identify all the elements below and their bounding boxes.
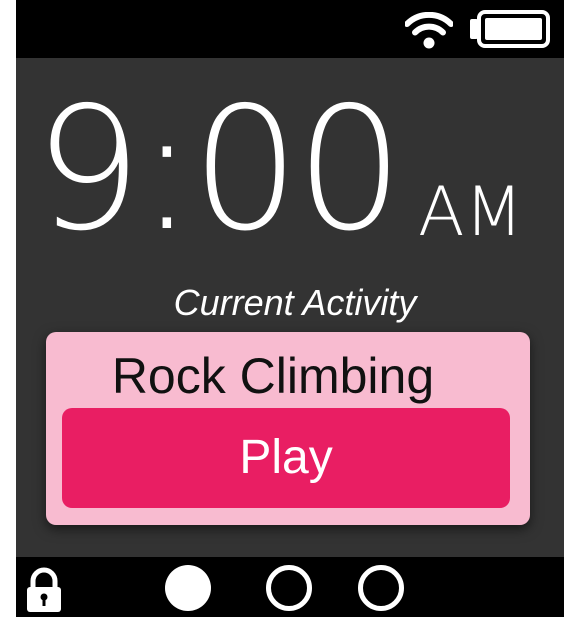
page-indicator-2[interactable] [266, 565, 312, 611]
device-screen: 9:00 AM Current Activity Rock Climbing P… [16, 0, 564, 617]
activity-name: Rock Climbing [111, 348, 435, 404]
wifi-icon [405, 12, 453, 49]
play-button[interactable]: Play [62, 408, 510, 508]
lock-icon[interactable] [24, 567, 64, 613]
status-bar [16, 0, 564, 58]
page-indicator-3[interactable] [358, 565, 404, 611]
clock-time: 9:00 [34, 71, 404, 269]
clock-meridiem: AM [418, 173, 524, 252]
battery-full-icon [470, 10, 550, 48]
page-indicator-1-active[interactable] [165, 565, 211, 611]
activity-card: Rock Climbing Play [46, 332, 530, 525]
play-button-label: Play [239, 431, 333, 484]
current-activity-heading: Current Activity [173, 282, 417, 323]
clock-display: 9:00 AM [16, 70, 564, 270]
nav-bar [16, 557, 564, 617]
